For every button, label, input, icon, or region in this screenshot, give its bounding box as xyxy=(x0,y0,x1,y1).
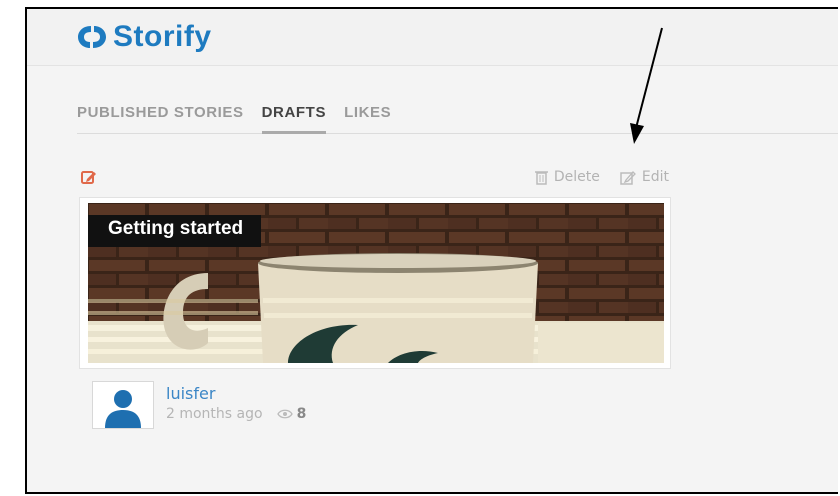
annotation-arrow xyxy=(630,27,663,144)
